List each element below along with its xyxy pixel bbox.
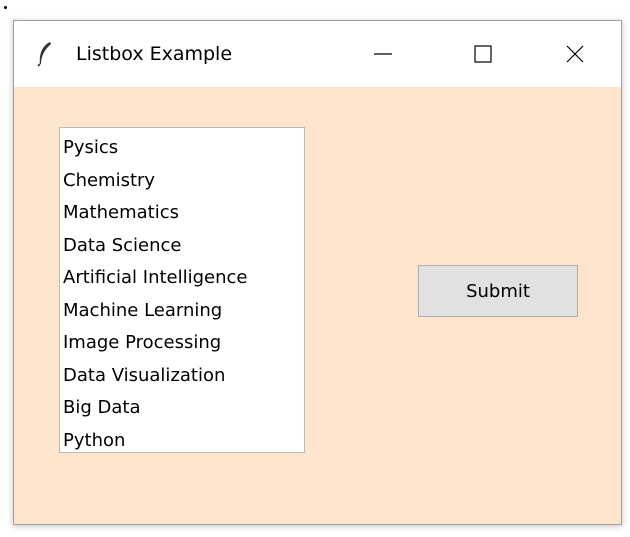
list-item[interactable]: Machine Learning: [63, 295, 304, 328]
desktop-dot: [4, 6, 7, 9]
subjects-listbox[interactable]: Pysics Chemistry Mathematics Data Scienc…: [59, 127, 305, 453]
list-item[interactable]: Image Processing: [63, 327, 304, 360]
minimize-icon: [374, 53, 392, 55]
close-button[interactable]: [550, 35, 600, 73]
list-item[interactable]: Data Science: [63, 230, 304, 263]
title-bar[interactable]: Listbox Example: [14, 21, 621, 87]
list-item[interactable]: Python: [63, 425, 304, 453]
list-item[interactable]: Mathematics: [63, 197, 304, 230]
list-item[interactable]: Pysics: [63, 132, 304, 165]
feather-icon: [37, 42, 51, 67]
submit-button[interactable]: Submit: [418, 265, 578, 317]
maximize-button[interactable]: [458, 35, 508, 73]
window-title: Listbox Example: [76, 43, 233, 65]
minimize-button[interactable]: [358, 35, 408, 73]
maximize-icon: [474, 45, 492, 63]
close-icon: [566, 45, 584, 63]
app-window: Listbox Example Pysics Chemistry Mathema…: [13, 20, 622, 525]
list-item[interactable]: Data Visualization: [63, 360, 304, 393]
window-client-area: Pysics Chemistry Mathematics Data Scienc…: [14, 87, 621, 524]
list-item[interactable]: Big Data: [63, 392, 304, 425]
list-item[interactable]: Chemistry: [63, 165, 304, 198]
list-item[interactable]: Artificial Intelligence: [63, 262, 304, 295]
